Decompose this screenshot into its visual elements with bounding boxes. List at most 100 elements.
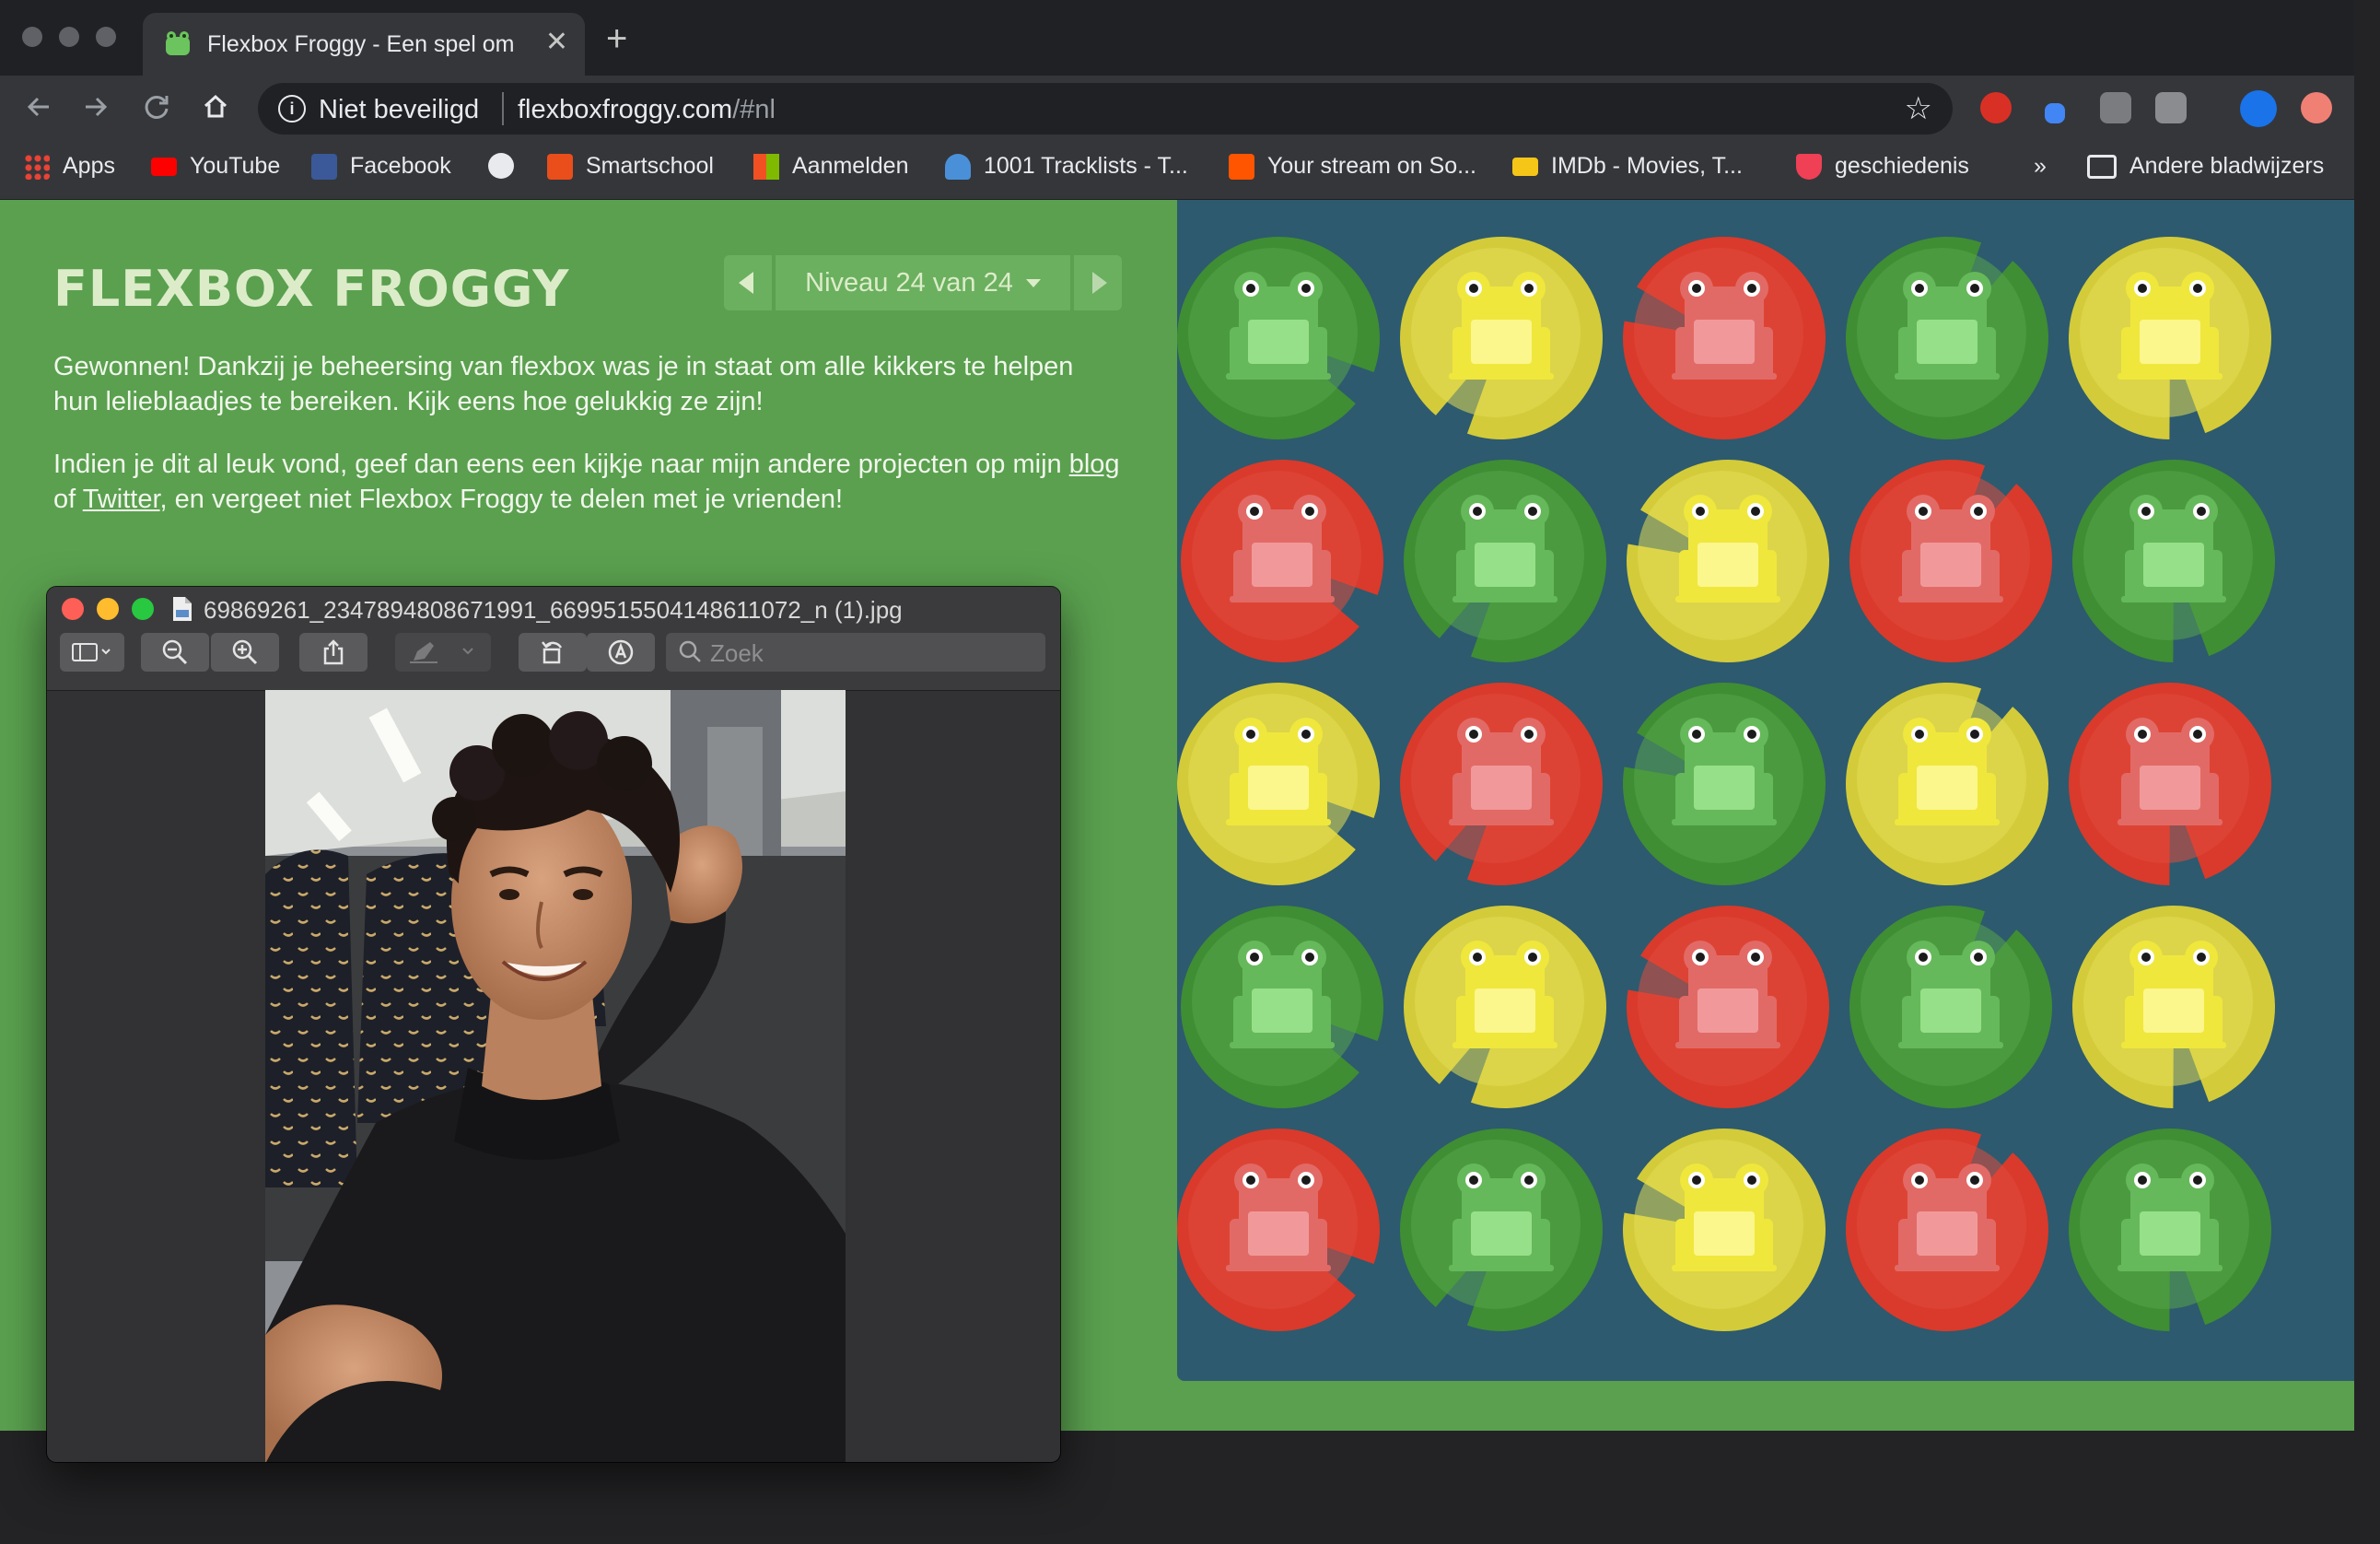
pocket-icon (1796, 153, 1822, 180)
bookmarks-overflow-button[interactable]: » (2034, 153, 2047, 180)
color-picker-extension-icon[interactable] (2045, 103, 2065, 123)
bookmark-1001-tracklists[interactable]: 1001 Tracklists - T... (945, 153, 1188, 180)
level-indicator: Niveau 24 van 24 (805, 267, 1013, 298)
frog-yellow (2118, 272, 2222, 380)
search-placeholder: Zoek (710, 639, 764, 667)
folder-icon (2087, 154, 2117, 179)
markup-icon (608, 639, 634, 665)
frog-yellow (2121, 941, 2226, 1048)
bookmark-label: Smartschool (586, 153, 714, 179)
bookmark-apps[interactable]: Apps (24, 153, 115, 180)
tab-close-icon[interactable]: ✕ (545, 26, 568, 58)
preview-close-button[interactable] (62, 598, 84, 620)
browser-toolbar: i Niet beveiligd flexboxfroggy.com/#nl ☆ (0, 76, 2354, 142)
arrow-right-icon (1092, 272, 1107, 294)
zoom-in-icon (232, 639, 258, 665)
adblock-extension-icon[interactable] (1980, 92, 2012, 123)
window-zoom-button[interactable] (96, 27, 116, 47)
frog-green (1898, 941, 2003, 1048)
frog-green (1230, 941, 1335, 1048)
new-tab-button[interactable]: + (606, 20, 627, 57)
projects-intro: Indien je dit al leuk vond, geef dan een… (53, 450, 1062, 479)
microsoft-icon (753, 153, 779, 180)
back-arrow-icon[interactable] (18, 87, 59, 127)
bookmark-geschiedenis[interactable]: geschiedenis (1796, 153, 1969, 180)
frog-red (1230, 495, 1335, 602)
screenshot-extension-icon[interactable] (2100, 92, 2131, 123)
update-menu-icon[interactable] (2301, 92, 2332, 123)
bookmark-label: IMDb - Movies, T... (1551, 153, 1743, 179)
next-level-button[interactable] (1074, 255, 1122, 310)
omnibox-divider (502, 92, 504, 125)
previous-level-button[interactable] (724, 255, 772, 310)
url-text[interactable]: flexboxfroggy.com/#nl (518, 95, 776, 125)
frog-favicon-icon (166, 31, 190, 55)
frog-red (1895, 1164, 2000, 1271)
frog-green (1449, 1164, 1554, 1271)
level-dropdown[interactable]: Niveau 24 van 24 (776, 255, 1070, 310)
projects-message: Indien je dit al leuk vond, geef dan een… (53, 447, 1122, 517)
bookmark-label: 1001 Tracklists - T... (984, 153, 1188, 179)
bookmark-label: YouTube (190, 153, 281, 179)
preview-window: 69869261_2347894808671991_66995155041486… (47, 587, 1060, 1462)
preview-minimize-button[interactable] (97, 598, 119, 620)
of-text: of (53, 485, 76, 514)
frog-red (1672, 272, 1777, 380)
twitter-link[interactable]: Twitter (83, 485, 160, 514)
bookmark-imdb[interactable]: IMDb - Movies, T... (1512, 153, 1743, 180)
bookmark-label: Facebook (350, 153, 451, 179)
bookmarks-bar: Apps YouTube Facebook Smartschool Aanmel… (0, 142, 2354, 200)
blog-link[interactable]: blog (1069, 450, 1120, 479)
url-domain: flexboxfroggy.com (518, 95, 733, 124)
bookmark-youtube[interactable]: YouTube (151, 153, 280, 180)
frog-green (2118, 1164, 2222, 1271)
bookmark-label: Your stream on So... (1267, 153, 1476, 179)
other-bookmarks-folder[interactable]: Andere bladwijzers (2087, 153, 2324, 180)
share-button[interactable] (299, 633, 368, 672)
home-icon[interactable] (195, 87, 236, 127)
frog-red (2118, 718, 2222, 825)
security-label[interactable]: Niet beveiligd (319, 95, 479, 125)
preview-zoom-button[interactable] (132, 598, 154, 620)
search-field[interactable]: Zoek (666, 633, 1045, 672)
pond-board (1177, 200, 2354, 1381)
share-icon (323, 639, 344, 665)
bookmark-star-icon[interactable]: ☆ (1905, 90, 1932, 127)
frog-green (1226, 272, 1331, 380)
sidebar-icon (72, 643, 111, 661)
overflow-chevron-icon: » (2034, 153, 2047, 179)
jpg-file-icon (173, 597, 192, 621)
bookmark-soundcloud[interactable]: Your stream on So... (1229, 153, 1476, 180)
bookmark-aanmelden[interactable]: Aanmelden (753, 153, 908, 180)
facebook-icon (311, 153, 337, 180)
pen-icon (410, 642, 473, 663)
bookmark-label: Andere bladwijzers (2129, 153, 2325, 179)
level-navigation: Niveau 24 van 24 (724, 255, 1122, 310)
markup-pen-button[interactable] (395, 633, 491, 672)
bookmark-globe[interactable] (488, 153, 514, 179)
frog-red (1226, 1164, 1331, 1271)
photo-young-man-on-train (265, 690, 846, 1462)
preview-photo (265, 690, 846, 1462)
zoom-out-button[interactable] (141, 633, 209, 672)
zoom-in-button[interactable] (211, 633, 279, 672)
forward-arrow-icon[interactable] (76, 87, 116, 127)
frog-red (1898, 495, 2003, 602)
url-path: /#nl (732, 95, 776, 124)
sidebar-toggle-button[interactable] (60, 633, 124, 672)
s-extension-icon[interactable] (2155, 92, 2187, 123)
win-message: Gewonnen! Dankzij je beheersing van flex… (53, 352, 1074, 416)
address-bar[interactable]: i Niet beveiligd flexboxfroggy.com/#nl ☆ (258, 83, 1953, 135)
window-close-button[interactable] (22, 27, 42, 47)
soundcloud-icon (1229, 153, 1254, 180)
reload-icon[interactable] (136, 87, 177, 127)
tab-flexbox-froggy[interactable]: Flexbox Froggy - Een spel om CSS flexbox… (143, 13, 585, 76)
frog-yellow (1895, 718, 2000, 825)
info-icon[interactable]: i (278, 95, 306, 123)
window-minimize-button[interactable] (59, 27, 79, 47)
rotate-button[interactable] (519, 633, 587, 672)
bookmark-smartschool[interactable]: Smartschool (547, 153, 714, 180)
markup-toolbar-button[interactable] (587, 633, 655, 672)
bookmark-facebook[interactable]: Facebook (311, 153, 451, 180)
profile-avatar[interactable] (2240, 90, 2277, 127)
